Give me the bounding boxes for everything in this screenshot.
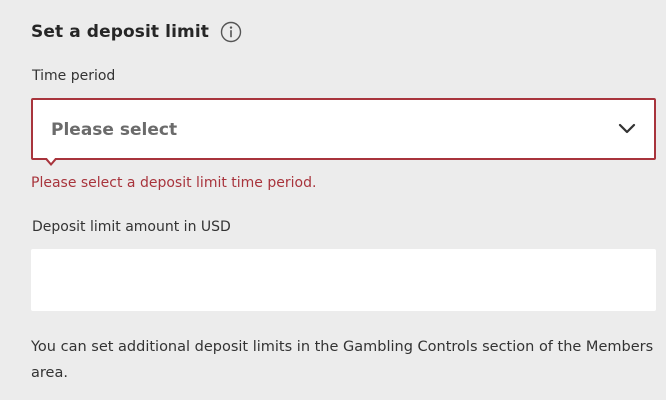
gambling-controls-note: You can set additional deposit limits in… [31, 339, 654, 381]
heading-row: Set a deposit limit [31, 18, 242, 46]
deposit-amount-input[interactable] [31, 249, 656, 311]
page-title: Set a deposit limit [31, 22, 209, 42]
time-period-select[interactable]: Please select [31, 98, 656, 160]
error-pointer-inner [46, 157, 56, 163]
deposit-limit-form: Set a deposit limit Time period Please s… [0, 0, 666, 400]
deposit-amount-label: Deposit limit amount in USD [32, 219, 231, 235]
time-period-label: Time period [32, 68, 116, 84]
info-icon[interactable] [220, 21, 242, 43]
time-period-error-message: Please select a deposit limit time perio… [31, 175, 317, 191]
chevron-down-icon [618, 121, 636, 135]
time-period-selected-value: Please select [51, 120, 178, 140]
